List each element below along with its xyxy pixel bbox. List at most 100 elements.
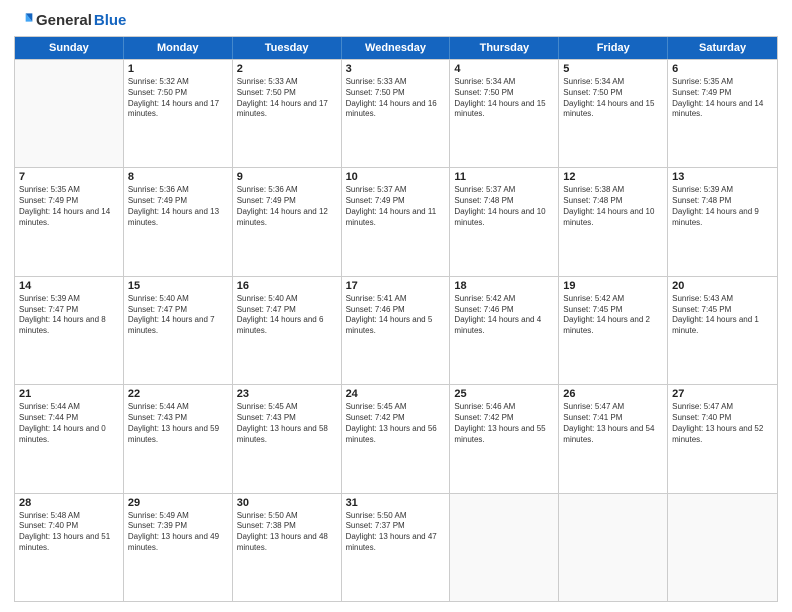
cal-cell-4-7: 27Sunrise: 5:47 AM Sunset: 7:40 PM Dayli… [668, 385, 777, 492]
day-number: 22 [128, 388, 228, 400]
cal-row-4: 21Sunrise: 5:44 AM Sunset: 7:44 PM Dayli… [15, 384, 777, 492]
header-day-monday: Monday [124, 37, 233, 59]
day-number: 13 [672, 171, 773, 183]
cal-cell-3-2: 15 Sunrise: 5:40 AM Sunset: 7:47 PM Dayli… [124, 277, 233, 384]
day-number: 6 [672, 63, 773, 75]
cal-cell-2-1: 7Sunrise: 5:35 AM Sunset: 7:49 PM Daylig… [15, 168, 124, 275]
cell-info: Sunrise: 5:39 AM Sunset: 7:47 PM Dayligh… [19, 294, 119, 337]
cell-info: Sunrise: 5:50 AM Sunset: 7:37 PM Dayligh… [346, 511, 446, 554]
day-number: 10 [346, 171, 446, 183]
cell-info: Sunrise: 5:37 AM Sunset: 7:49 PM Dayligh… [346, 185, 446, 228]
cell-info: Sunrise: 5:36 AM Sunset: 7:49 PM Dayligh… [128, 185, 228, 228]
day-number: 20 [672, 280, 773, 292]
cell-info: Sunrise: 5:33 AM Sunset: 7:50 PM Dayligh… [346, 77, 446, 120]
day-number: 2 [237, 63, 337, 75]
cal-cell-5-1: 28 Sunrise: 5:48 AM Sunset: 7:40 PM Dayli… [15, 494, 124, 601]
day-number: 8 [128, 171, 228, 183]
cell-info: Sunrise: 5:37 AM Sunset: 7:48 PM Dayligh… [454, 185, 554, 228]
cal-cell-1-5: 4 Sunrise: 5:34 AM Sunset: 7:50 PM Daylig… [450, 60, 559, 167]
cal-cell-5-3: 30 Sunrise: 5:50 AM Sunset: 7:38 PM Dayli… [233, 494, 342, 601]
cell-info: Sunrise: 5:35 AM Sunset: 7:49 PM Dayligh… [672, 77, 773, 120]
cell-info: Sunrise: 5:48 AM Sunset: 7:40 PM Dayligh… [19, 511, 119, 554]
day-number: 30 [237, 497, 337, 509]
cal-cell-3-5: 18 Sunrise: 5:42 AM Sunset: 7:46 PM Dayli… [450, 277, 559, 384]
day-number: 18 [454, 280, 554, 292]
day-number: 16 [237, 280, 337, 292]
cell-info: Sunrise: 5:32 AM Sunset: 7:50 PM Dayligh… [128, 77, 228, 120]
day-number: 24 [346, 388, 446, 400]
header-day-friday: Friday [559, 37, 668, 59]
day-number: 7 [19, 171, 119, 183]
cal-cell-4-6: 26 Sunrise: 5:47 AM Sunset: 7:41 PM Dayli… [559, 385, 668, 492]
cal-cell-2-7: 13 Sunrise: 5:39 AM Sunset: 7:48 PM Dayli… [668, 168, 777, 275]
cell-info: Sunrise: 5:43 AM Sunset: 7:45 PM Dayligh… [672, 294, 773, 337]
cell-info: Sunrise: 5:42 AM Sunset: 7:45 PM Dayligh… [563, 294, 663, 337]
cal-cell-4-3: 23 Sunrise: 5:45 AM Sunset: 7:43 PM Dayli… [233, 385, 342, 492]
day-number: 5 [563, 63, 663, 75]
day-number: 28 [19, 497, 119, 509]
cal-cell-1-4: 3 Sunrise: 5:33 AM Sunset: 7:50 PM Daylig… [342, 60, 451, 167]
day-number: 3 [346, 63, 446, 75]
cal-cell-3-1: 14 Sunrise: 5:39 AM Sunset: 7:47 PM Dayli… [15, 277, 124, 384]
day-number: 4 [454, 63, 554, 75]
header-day-wednesday: Wednesday [342, 37, 451, 59]
cell-info: Sunrise: 5:41 AM Sunset: 7:46 PM Dayligh… [346, 294, 446, 337]
calendar-header: SundayMondayTuesdayWednesdayThursdayFrid… [15, 37, 777, 59]
cell-info: Sunrise: 5:46 AM Sunset: 7:42 PM Dayligh… [454, 402, 554, 445]
day-number: 11 [454, 171, 554, 183]
cell-info: Sunrise: 5:47 AM Sunset: 7:41 PM Dayligh… [563, 402, 663, 445]
cal-cell-1-6: 5 Sunrise: 5:34 AM Sunset: 7:50 PM Daylig… [559, 60, 668, 167]
cal-cell-5-5 [450, 494, 559, 601]
day-number: 19 [563, 280, 663, 292]
cal-cell-1-3: 2 Sunrise: 5:33 AM Sunset: 7:50 PM Daylig… [233, 60, 342, 167]
logo-icon [14, 10, 34, 30]
cal-cell-2-2: 8 Sunrise: 5:36 AM Sunset: 7:49 PM Daylig… [124, 168, 233, 275]
cal-cell-5-2: 29Sunrise: 5:49 AM Sunset: 7:39 PM Dayli… [124, 494, 233, 601]
day-number: 17 [346, 280, 446, 292]
day-number: 26 [563, 388, 663, 400]
day-number: 31 [346, 497, 446, 509]
logo: GeneralBlue [14, 10, 126, 30]
cell-info: Sunrise: 5:39 AM Sunset: 7:48 PM Dayligh… [672, 185, 773, 228]
day-number: 23 [237, 388, 337, 400]
cell-info: Sunrise: 5:34 AM Sunset: 7:50 PM Dayligh… [563, 77, 663, 120]
header: GeneralBlue [14, 10, 778, 30]
cal-cell-1-7: 6 Sunrise: 5:35 AM Sunset: 7:49 PM Daylig… [668, 60, 777, 167]
cal-cell-3-3: 16 Sunrise: 5:40 AM Sunset: 7:47 PM Dayli… [233, 277, 342, 384]
cal-row-3: 14 Sunrise: 5:39 AM Sunset: 7:47 PM Dayli… [15, 276, 777, 384]
cell-info: Sunrise: 5:45 AM Sunset: 7:43 PM Dayligh… [237, 402, 337, 445]
cell-info: Sunrise: 5:44 AM Sunset: 7:44 PM Dayligh… [19, 402, 119, 445]
cal-cell-3-7: 20 Sunrise: 5:43 AM Sunset: 7:45 PM Dayli… [668, 277, 777, 384]
cal-row-5: 28 Sunrise: 5:48 AM Sunset: 7:40 PM Dayli… [15, 493, 777, 601]
cell-info: Sunrise: 5:44 AM Sunset: 7:43 PM Dayligh… [128, 402, 228, 445]
cell-info: Sunrise: 5:40 AM Sunset: 7:47 PM Dayligh… [237, 294, 337, 337]
cell-info: Sunrise: 5:36 AM Sunset: 7:49 PM Dayligh… [237, 185, 337, 228]
cell-info: Sunrise: 5:40 AM Sunset: 7:47 PM Dayligh… [128, 294, 228, 337]
cell-info: Sunrise: 5:34 AM Sunset: 7:50 PM Dayligh… [454, 77, 554, 120]
cell-info: Sunrise: 5:50 AM Sunset: 7:38 PM Dayligh… [237, 511, 337, 554]
cal-cell-1-2: 1 Sunrise: 5:32 AM Sunset: 7:50 PM Daylig… [124, 60, 233, 167]
day-number: 12 [563, 171, 663, 183]
calendar: SundayMondayTuesdayWednesdayThursdayFrid… [14, 36, 778, 602]
day-number: 9 [237, 171, 337, 183]
cal-cell-2-3: 9 Sunrise: 5:36 AM Sunset: 7:49 PM Daylig… [233, 168, 342, 275]
cal-cell-5-4: 31 Sunrise: 5:50 AM Sunset: 7:37 PM Dayli… [342, 494, 451, 601]
day-number: 27 [672, 388, 773, 400]
cal-cell-4-5: 25 Sunrise: 5:46 AM Sunset: 7:42 PM Dayli… [450, 385, 559, 492]
cell-info: Sunrise: 5:42 AM Sunset: 7:46 PM Dayligh… [454, 294, 554, 337]
day-number: 14 [19, 280, 119, 292]
cal-cell-3-4: 17 Sunrise: 5:41 AM Sunset: 7:46 PM Dayli… [342, 277, 451, 384]
cell-info: Sunrise: 5:33 AM Sunset: 7:50 PM Dayligh… [237, 77, 337, 120]
day-number: 1 [128, 63, 228, 75]
header-day-sunday: Sunday [15, 37, 124, 59]
day-number: 29 [128, 497, 228, 509]
cal-cell-4-2: 22 Sunrise: 5:44 AM Sunset: 7:43 PM Dayli… [124, 385, 233, 492]
header-day-tuesday: Tuesday [233, 37, 342, 59]
day-number: 15 [128, 280, 228, 292]
header-day-saturday: Saturday [668, 37, 777, 59]
cal-cell-4-1: 21Sunrise: 5:44 AM Sunset: 7:44 PM Dayli… [15, 385, 124, 492]
day-number: 25 [454, 388, 554, 400]
cal-cell-4-4: 24Sunrise: 5:45 AM Sunset: 7:42 PM Dayli… [342, 385, 451, 492]
cal-cell-1-1 [15, 60, 124, 167]
cell-info: Sunrise: 5:38 AM Sunset: 7:48 PM Dayligh… [563, 185, 663, 228]
